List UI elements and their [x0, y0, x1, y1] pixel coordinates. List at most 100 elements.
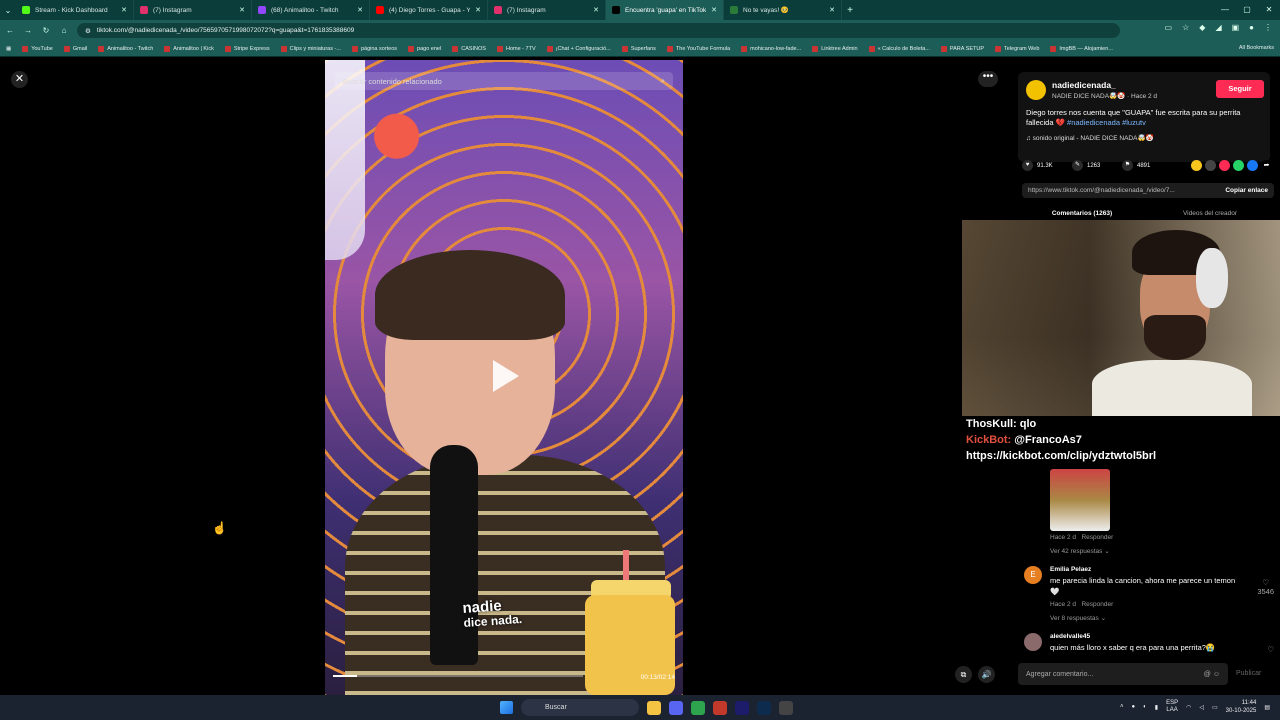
close-window-button[interactable]: ✕ [1258, 0, 1280, 20]
bookmark-item[interactable]: Animalitoo - Twitch [98, 45, 153, 52]
all-bookmarks[interactable]: All Bookmarks [1239, 45, 1274, 51]
pip-icon[interactable]: ⧉ [955, 666, 972, 683]
clock[interactable]: 11:44 30-10-2025 [1226, 699, 1257, 715]
chevron-up-icon[interactable]: ˄ [1120, 704, 1124, 710]
reply-button[interactable]: Responder [1081, 601, 1113, 608]
bookmark-star-icon[interactable]: ☆ [1182, 23, 1189, 32]
hashtags[interactable]: #nadiedicenada #luzutv [1067, 118, 1146, 127]
obs-icon[interactable] [779, 700, 793, 715]
bookmark-item[interactable]: The YouTube Formula [666, 45, 730, 52]
comment-author[interactable]: aledelvalle45 [1050, 633, 1090, 640]
cast-icon[interactable]: ▭ [1165, 23, 1173, 32]
related-search-input[interactable]: Buscar contenido relacionado ⌕ [335, 72, 673, 90]
bookmark-item[interactable]: mohicano-low-fade... [741, 45, 801, 52]
browser-tab[interactable]: (7) Instagram ✕ [488, 0, 606, 20]
tab-close-icon[interactable]: ✕ [239, 6, 245, 14]
copy-link-button[interactable]: Copiar enlace [1219, 187, 1274, 194]
share-send-icon[interactable] [1219, 160, 1230, 171]
notification-icon[interactable]: ▤ [1264, 704, 1270, 711]
start-icon[interactable] [500, 701, 513, 714]
language-indicator[interactable]: ESP LAA [1166, 700, 1178, 714]
heart-icon[interactable]: ♥ [1022, 160, 1033, 171]
facebook-icon[interactable] [1247, 160, 1258, 171]
url-bar[interactable]: ⚙ tiktok.com/@nadiedicenada_/video/75659… [77, 23, 1120, 38]
browser-tab[interactable]: Stream - Kick Dashboard ✕ [16, 0, 134, 20]
bookmark-item[interactable]: Clips y miniaturas -... [280, 45, 341, 52]
tab-close-icon[interactable]: ✕ [357, 6, 363, 14]
browser-tab[interactable]: Encuentra 'guapa' en TikTok | B ✕ [606, 0, 724, 20]
forward-icon[interactable]: → [23, 26, 33, 35]
comment-avatar[interactable] [1024, 633, 1042, 651]
reply-button[interactable]: Responder [1081, 534, 1113, 541]
extension-icon[interactable]: ◢ [1215, 23, 1221, 32]
tab-search-icon[interactable]: ⌄ [0, 6, 16, 15]
bookmark-item[interactable]: CASINOS [452, 45, 486, 52]
add-comment-input[interactable]: Agregar comentario... @ ☺ [1018, 663, 1228, 685]
home-icon[interactable]: ⌂ [59, 26, 69, 35]
bookmark-item[interactable]: Gmail [63, 45, 87, 52]
bookmark-item[interactable]: Animalitoo | Kick [164, 45, 214, 52]
bookmark-item[interactable]: Stripe Express [224, 45, 270, 52]
search-icon[interactable]: ⌕ [661, 76, 665, 86]
browser-tab[interactable]: (7) Instagram ✕ [134, 0, 252, 20]
profile-avatar[interactable]: ● [1249, 23, 1254, 32]
whatsapp-icon[interactable] [1233, 160, 1244, 171]
view-replies[interactable]: Ver 42 respuestas ⌄ [1050, 547, 1110, 555]
mention-icon[interactable]: @ ☺ [1204, 671, 1220, 678]
bookmark-item[interactable]: pago enel [408, 45, 441, 52]
tray-app-icon[interactable]: ◐ [1143, 704, 1147, 710]
comment-author[interactable]: Emilia Pelaez [1050, 566, 1091, 573]
heart-icon[interactable]: ♡ [1257, 578, 1274, 587]
close-icon[interactable]: ✕ [11, 71, 28, 88]
sound-label[interactable]: ♫ sonido original - NADIE DICE NADA🤯🤡 [1026, 134, 1154, 142]
view-replies[interactable]: Ver 8 respuestas ⌄ [1050, 614, 1106, 622]
author-avatar[interactable] [1026, 80, 1046, 100]
bookmark-item[interactable]: « Calculo de Boleta... [868, 45, 930, 52]
taskbar-search[interactable]: Buscar [521, 699, 639, 716]
app-icon[interactable] [713, 700, 727, 715]
save-stat[interactable]: ⚑ 4891 [1122, 160, 1166, 171]
comment-like[interactable]: ♡ 3546 [1257, 578, 1274, 596]
comment-avatar[interactable]: E [1024, 566, 1042, 584]
publish-button[interactable]: Publicar [1236, 670, 1261, 677]
file-explorer-icon[interactable] [647, 700, 661, 715]
bookmark-item[interactable]: Linktree Admin [812, 45, 858, 52]
tab-close-icon[interactable]: ✕ [829, 6, 835, 14]
bookmark-item[interactable]: ¡Chat + Configuració... [546, 45, 611, 52]
video-link[interactable]: https://www.tiktok.com/@nadiedicenada_/v… [1022, 187, 1219, 194]
follow-button[interactable]: Seguir [1216, 80, 1264, 98]
author-name[interactable]: nadiedicenada_ [1052, 80, 1116, 90]
tab-close-icon[interactable]: ✕ [121, 6, 127, 14]
bookmark-item[interactable]: PARA SETUP [940, 45, 984, 52]
volume-icon[interactable]: 🔊 [978, 666, 995, 683]
volume-tray-icon[interactable]: ◁ [1199, 704, 1204, 711]
embed-icon[interactable] [1205, 160, 1216, 171]
tab-close-icon[interactable]: ✕ [475, 6, 481, 14]
new-tab-button[interactable]: + [842, 5, 858, 16]
wifi-icon[interactable]: ◠ [1186, 704, 1191, 711]
battery-icon[interactable]: ▭ [1212, 704, 1218, 711]
video-player[interactable]: nadie dice nada. Buscar contenido relaci… [325, 60, 683, 695]
tab-close-icon[interactable]: ✕ [711, 6, 717, 14]
menu-icon[interactable]: ⋮ [1264, 23, 1272, 32]
comment-stat[interactable]: ✎ 1263 [1072, 160, 1116, 171]
more-options-icon[interactable]: ••• [978, 71, 998, 87]
bookmark-item[interactable]: Superfans [621, 45, 656, 52]
apps-icon[interactable]: ▦ [6, 46, 11, 52]
site-info-icon[interactable]: ⚙ [85, 27, 91, 35]
extension-icon[interactable]: ▣ [1232, 23, 1240, 32]
premiere-icon[interactable] [735, 700, 749, 715]
bookmark-item[interactable]: ImgBB — Alojamien... [1050, 45, 1113, 52]
reload-icon[interactable]: ↻ [41, 26, 51, 35]
bookmark-item[interactable]: Home - 7TV [496, 45, 536, 52]
maximize-button[interactable]: ▢ [1236, 0, 1258, 20]
tray-app-icon[interactable]: ▮ [1155, 704, 1158, 711]
bookmark-item[interactable]: página sorteos [351, 45, 397, 52]
play-icon[interactable] [493, 360, 519, 392]
heart-icon[interactable]: ♡ [1267, 645, 1274, 654]
share-emoji-icon[interactable] [1191, 160, 1202, 171]
extension-icon[interactable]: ◆ [1199, 23, 1205, 32]
discord-icon[interactable] [669, 700, 683, 715]
tray-app-icon[interactable]: ● [1132, 704, 1136, 710]
bookmark-item[interactable]: YouTube [22, 45, 53, 52]
